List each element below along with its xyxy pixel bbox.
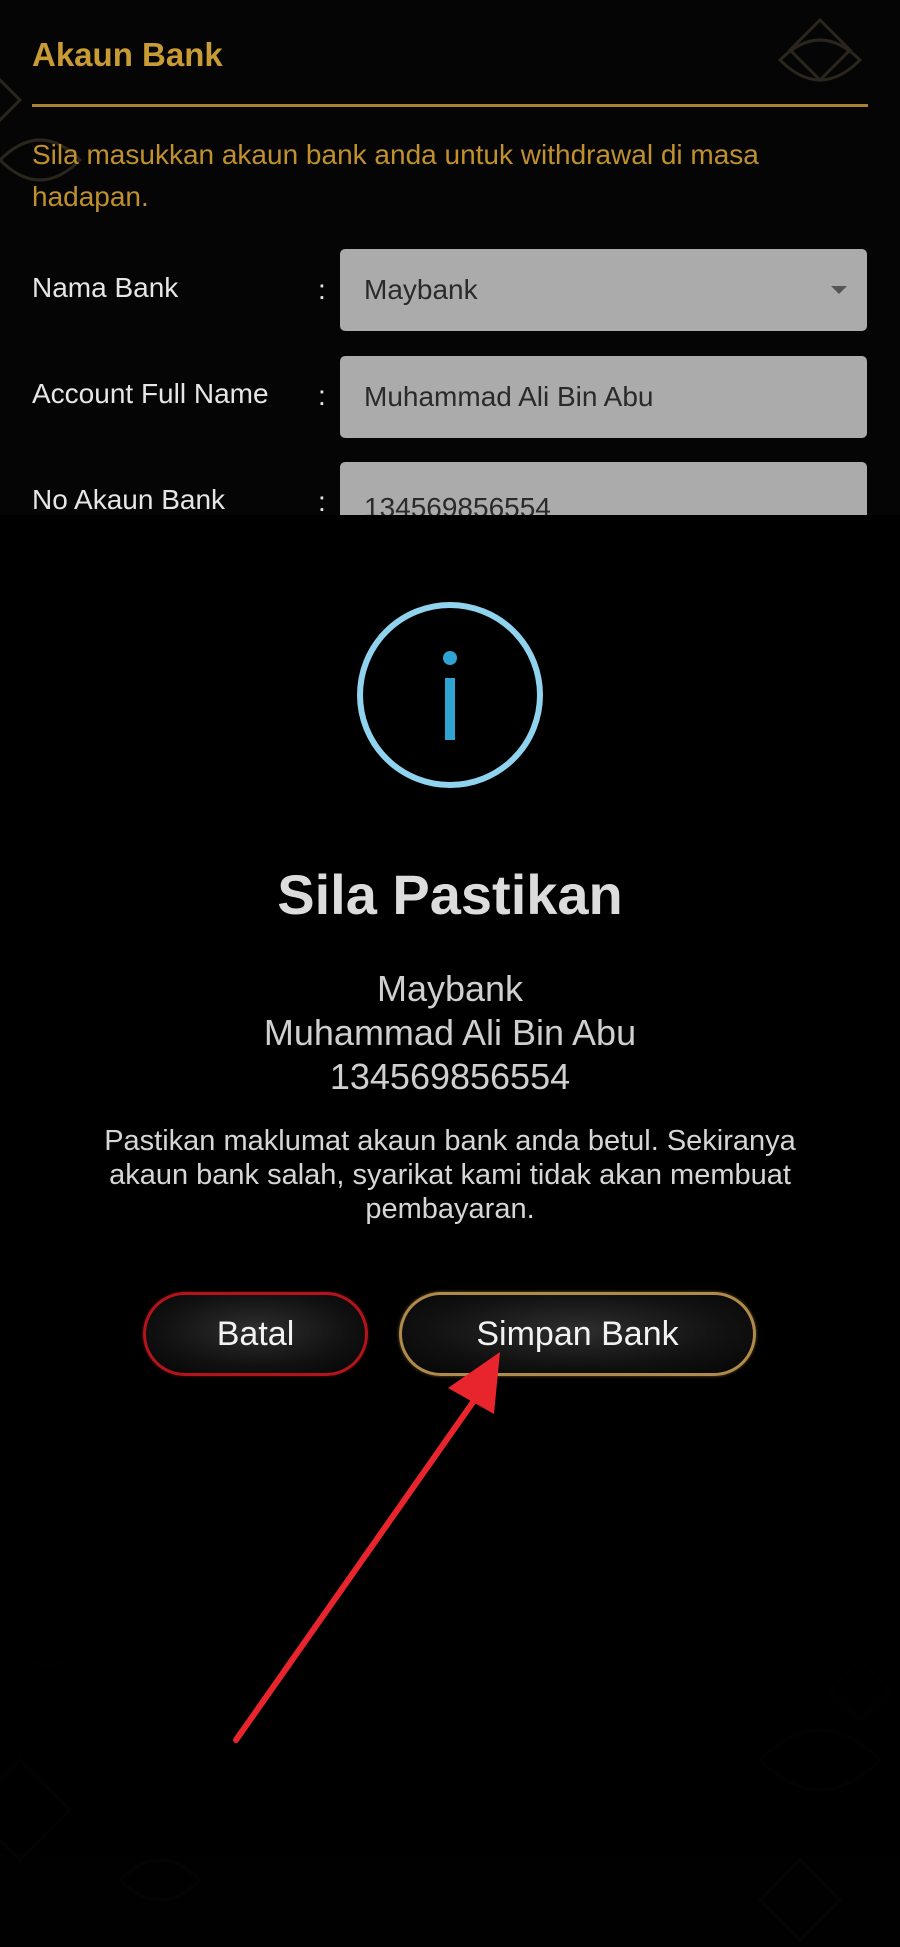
summary-account-name: Muhammad Ali Bin Abu xyxy=(263,1012,637,1053)
save-bank-button[interactable]: Simpan Bank xyxy=(399,1292,756,1376)
chevron-down-icon xyxy=(831,286,847,294)
bank-name-value: Maybank xyxy=(364,274,478,305)
account-full-name-colon: : xyxy=(318,380,326,411)
bank-name-label: Nama Bank xyxy=(32,272,179,303)
account-full-name-label: Account Full Name xyxy=(32,378,269,409)
cancel-button[interactable]: Batal xyxy=(143,1292,368,1376)
account-full-name-value: Muhammad Ali Bin Abu xyxy=(364,381,654,412)
bank-name-select[interactable]: Maybank xyxy=(340,249,867,331)
account-number-colon: : xyxy=(318,486,326,517)
instruction-text: Sila masukkan akaun bank anda untuk with… xyxy=(32,139,759,212)
dialog-title: Sila Pastikan xyxy=(277,863,623,926)
dialog-notice: Pastikan maklumat akaun bank anda betul.… xyxy=(104,1125,796,1225)
summary-bank: Maybank xyxy=(376,968,524,1009)
info-icon xyxy=(357,602,543,788)
summary-account-number: 134569856554 xyxy=(329,1056,571,1097)
account-full-name-input[interactable]: Muhammad Ali Bin Abu xyxy=(340,356,867,438)
account-number-label: No Akaun Bank xyxy=(32,484,226,515)
section-divider xyxy=(32,104,868,107)
bank-name-colon: : xyxy=(318,274,326,305)
section-title: Akaun Bank xyxy=(32,36,223,73)
